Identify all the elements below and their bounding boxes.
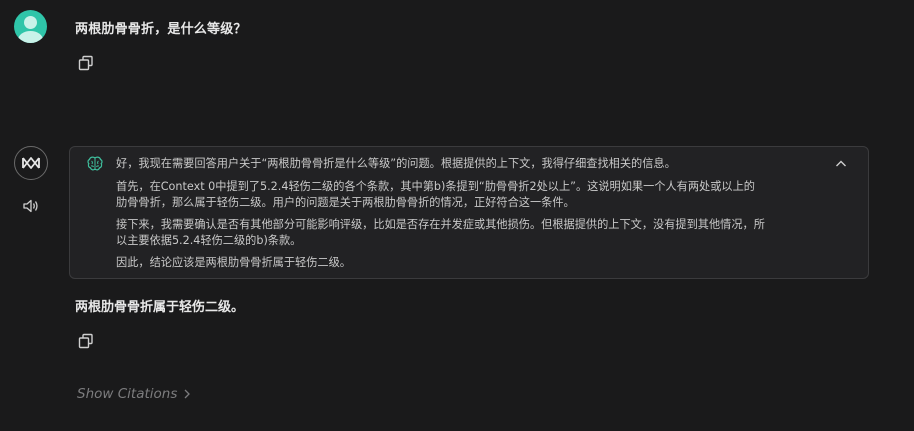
user-message: 两根肋骨骨折，是什么等级？ <box>75 22 247 37</box>
thinking-paragraph-2: 首先，在Context 0中提到了5.2.4轻伤二级的各个条款，其中第b)条提到… <box>116 180 755 209</box>
copy-icon <box>78 55 93 71</box>
infinity-logo-icon <box>22 157 40 169</box>
collapse-chevron-up-icon[interactable] <box>834 156 848 170</box>
show-citations-button[interactable]: Show Citations <box>77 386 191 402</box>
thinking-paragraph-4: 因此，结论应该是两根肋骨骨折属于轻伤二级。 <box>116 256 351 269</box>
copy-answer-button[interactable] <box>78 333 96 351</box>
chat-page: 两根肋骨骨折，是什么等级？ 好，我现在需要回答用户关于“两根肋骨骨折是什么等级”… <box>0 0 914 431</box>
assistant-answer: 两根肋骨骨折属于轻伤二级。 <box>75 300 245 315</box>
copy-icon <box>78 333 93 349</box>
user-avatar <box>14 10 47 43</box>
chevron-right-icon <box>184 389 191 399</box>
show-citations-label: Show Citations <box>77 386 178 402</box>
thinking-paragraph-3: 接下来，我需要确认是否有其他部分可能影响评级，比如是否存在并发症或其他损伤。但根… <box>116 218 765 247</box>
brain-icon <box>86 155 104 173</box>
assistant-logo <box>14 146 48 180</box>
read-aloud-button[interactable] <box>22 197 42 217</box>
thinking-paragraph-1: 好，我现在需要回答用户关于“两根肋骨骨折是什么等级”的问题。根据提供的上下文，我… <box>116 157 676 170</box>
speaker-icon <box>23 199 38 213</box>
copy-user-message-button[interactable] <box>78 55 96 73</box>
thinking-panel: 好，我现在需要回答用户关于“两根肋骨骨折是什么等级”的问题。根据提供的上下文，我… <box>69 146 869 279</box>
